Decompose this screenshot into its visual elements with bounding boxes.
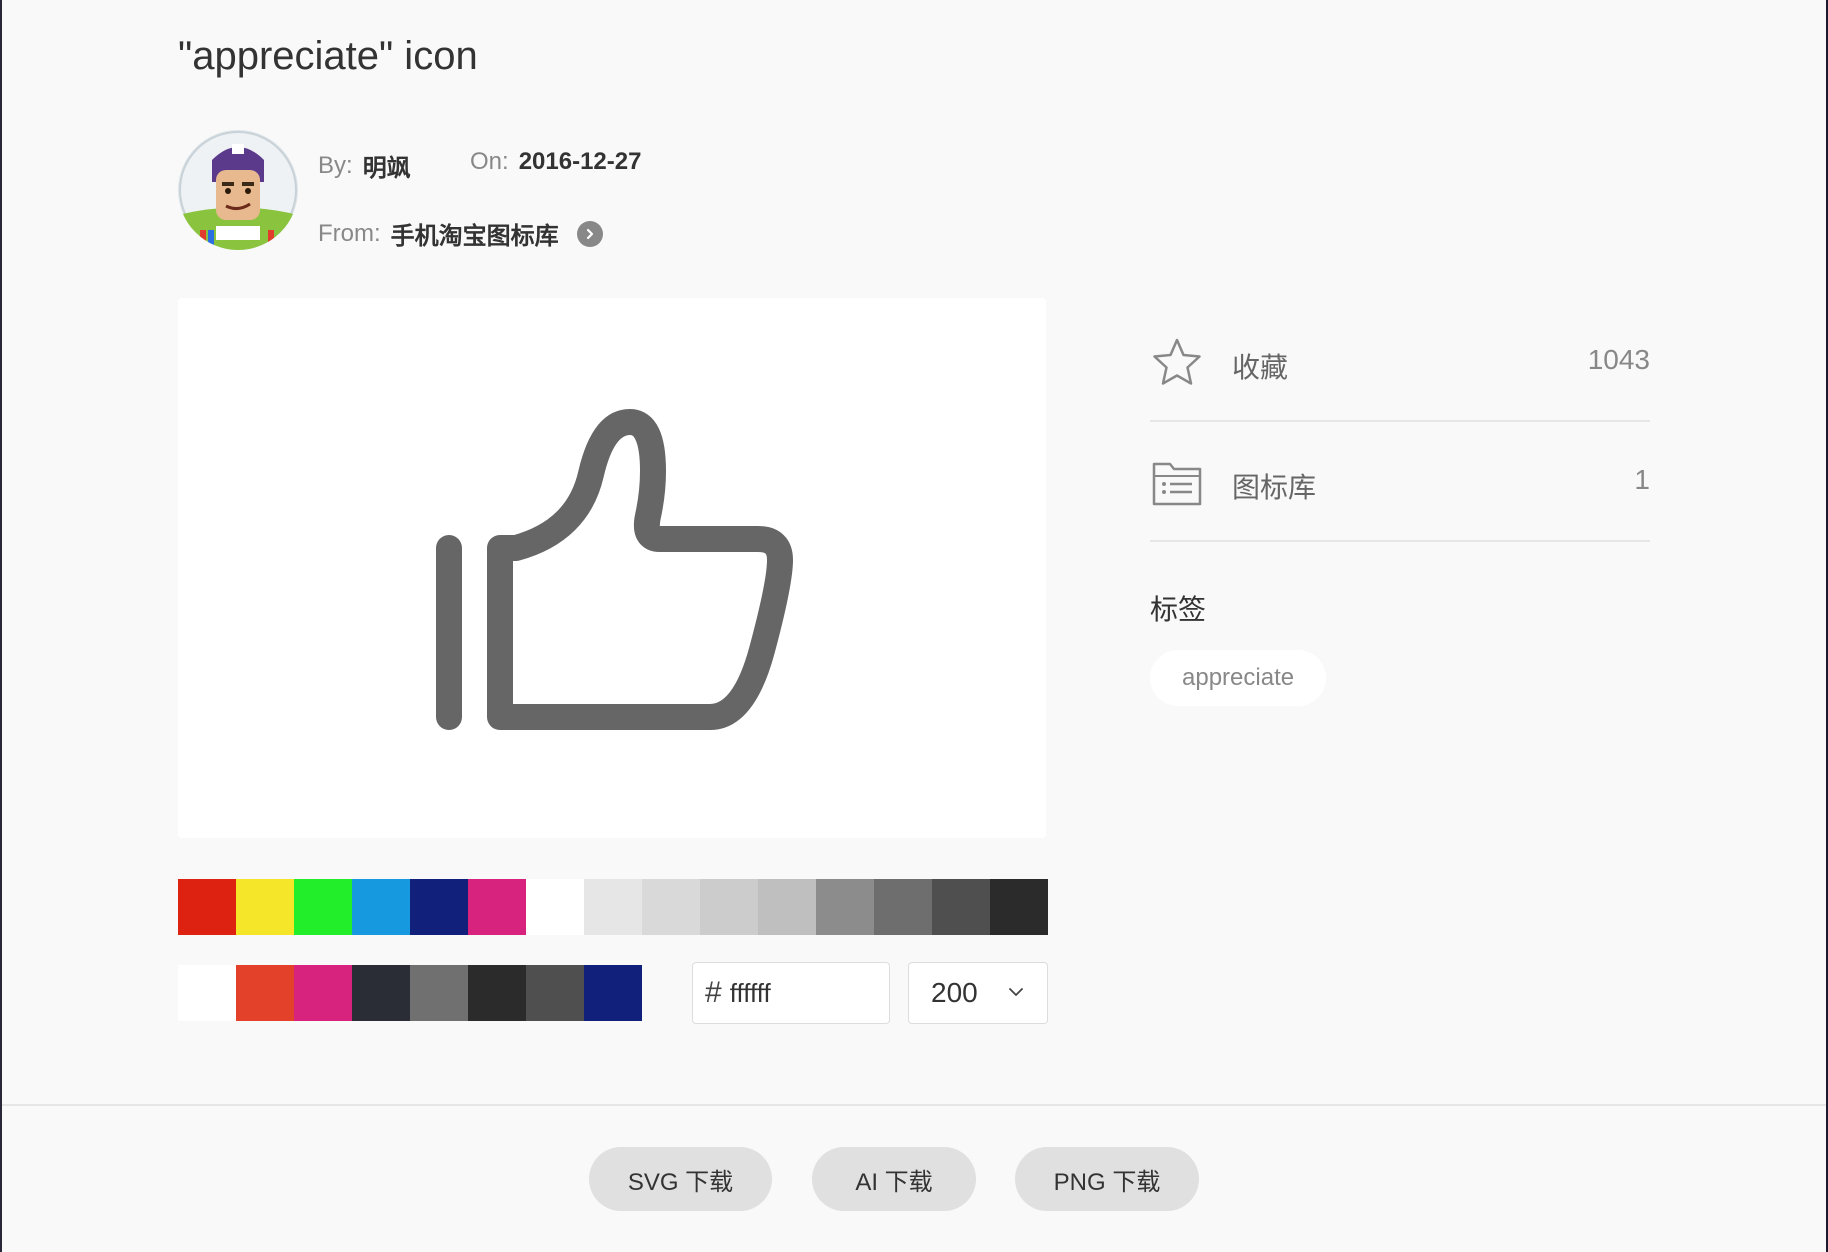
by-label: By: [318, 151, 353, 179]
recent-color-swatch[interactable] [294, 965, 352, 1021]
recent-color-swatch[interactable] [410, 965, 468, 1021]
footer-divider [2, 1104, 1826, 1106]
author-name[interactable]: 明飒 [363, 148, 411, 183]
color-swatch[interactable] [700, 879, 758, 935]
avatar[interactable] [178, 130, 298, 250]
recent-color-swatch[interactable] [352, 965, 410, 1021]
color-swatch[interactable] [990, 879, 1048, 935]
library-label: 图标库 [1232, 472, 1317, 503]
tags-heading: 标签 [1150, 594, 1207, 625]
color-swatch[interactable] [352, 879, 410, 935]
recent-color-palette [178, 965, 642, 1021]
chevron-right-icon [586, 228, 593, 239]
icon-preview [178, 298, 1046, 838]
library-name[interactable]: 手机淘宝图标库 [391, 216, 559, 251]
star-icon [1153, 338, 1201, 385]
collect-count: 1043 [1587, 344, 1650, 375]
source-row: From: 手机淘宝图标库 [318, 216, 603, 251]
svg-download-button[interactable]: SVG 下载 [589, 1147, 772, 1211]
collect-row[interactable]: 收藏 1043 [1150, 302, 1650, 422]
ai-download-button[interactable]: AI 下载 [812, 1147, 976, 1211]
color-palette [178, 879, 1048, 935]
color-swatch[interactable] [584, 879, 642, 935]
color-swatch[interactable] [932, 879, 990, 935]
page-title: "appreciate" icon [178, 34, 478, 78]
tag-appreciate[interactable]: appreciate [1150, 650, 1327, 706]
from-label: From: [318, 219, 381, 247]
color-swatch[interactable] [758, 879, 816, 935]
recent-color-swatch[interactable] [584, 965, 642, 1021]
size-select[interactable]: 200 [908, 962, 1048, 1024]
color-swatch[interactable] [526, 879, 584, 935]
collect-label: 收藏 [1232, 352, 1289, 383]
on-label: On: [470, 148, 509, 175]
recent-color-swatch[interactable] [526, 965, 584, 1021]
png-download-button[interactable]: PNG 下载 [1015, 1147, 1199, 1211]
go-to-library-button[interactable] [576, 220, 603, 247]
avatar-image [178, 130, 298, 250]
color-hex-input[interactable] [727, 976, 872, 1010]
color-swatch[interactable] [236, 879, 294, 935]
library-row[interactable]: 图标库 1 [1150, 422, 1650, 542]
library-count: 1 [1634, 464, 1650, 495]
color-swatch[interactable] [410, 879, 468, 935]
folder-list-icon [1152, 462, 1202, 506]
chevron-down-icon [1009, 988, 1023, 996]
color-swatch[interactable] [178, 879, 236, 935]
color-swatch[interactable] [816, 879, 874, 935]
color-swatch[interactable] [642, 879, 700, 935]
recent-color-swatch[interactable] [236, 965, 294, 1021]
color-swatch[interactable] [294, 879, 352, 935]
size-select-value: 200 [931, 977, 978, 1008]
color-swatch[interactable] [468, 879, 526, 935]
recent-color-swatch[interactable] [468, 965, 526, 1021]
recent-color-swatch[interactable] [178, 965, 236, 1021]
publish-date: 2016-12-27 [518, 148, 642, 175]
date-row: On: 2016-12-27 [470, 148, 641, 176]
color-hex-field: # [692, 962, 890, 1024]
icon-detail-dialog: "appreciate" icon By: 明飒 On: 2016-12-27 … [0, 0, 1826, 1252]
hash-symbol: # [705, 976, 722, 1009]
author-row: By: 明飒 [318, 148, 411, 183]
thumbs-up-icon [436, 409, 793, 730]
color-swatch[interactable] [874, 879, 932, 935]
